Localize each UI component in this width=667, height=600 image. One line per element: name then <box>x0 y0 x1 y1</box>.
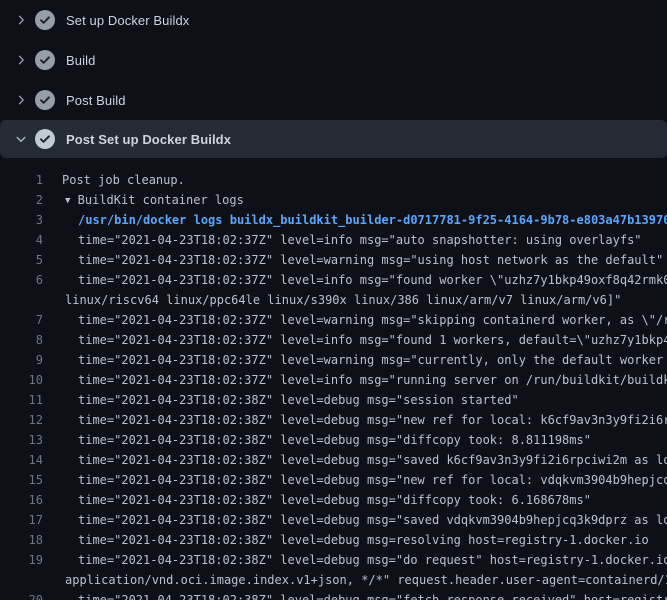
log-line: 20 time="2021-04-23T18:02:38Z" level=debu… <box>0 590 667 600</box>
log-text: time="2021-04-23T18:02:38Z" level=debug … <box>78 510 667 530</box>
log-line: application/vnd.oci.image.index.v1+json,… <box>0 570 667 590</box>
log-text: time="2021-04-23T18:02:38Z" level=debug … <box>78 390 519 410</box>
step-label: Build <box>66 53 95 68</box>
chevron-right-icon <box>14 93 28 107</box>
log-line: 10 time="2021-04-23T18:02:37Z" level=info… <box>0 370 667 390</box>
check-circle-icon <box>35 50 55 70</box>
log-text: linux/riscv64 linux/ppc64le linux/s390x … <box>65 290 621 310</box>
step-label: Post Build <box>66 93 126 108</box>
command-text: /usr/bin/docker logs buildx_buildkit_bui… <box>78 210 667 230</box>
line-number[interactable]: 19 <box>0 550 43 570</box>
log-line: 18 time="2021-04-23T18:02:38Z" level=debu… <box>0 530 667 550</box>
step-label: Set up Docker Buildx <box>66 13 189 28</box>
line-number[interactable]: 13 <box>0 430 43 450</box>
log-line: linux/riscv64 linux/ppc64le linux/s390x … <box>0 290 667 310</box>
line-number[interactable]: 10 <box>0 370 43 390</box>
chevron-right-icon <box>14 13 28 27</box>
log-text: time="2021-04-23T18:02:38Z" level=debug … <box>78 590 667 600</box>
log-line: 4 time="2021-04-23T18:02:37Z" level=info … <box>0 230 667 250</box>
log-line: 11 time="2021-04-23T18:02:38Z" level=debu… <box>0 390 667 410</box>
check-circle-icon <box>35 10 55 30</box>
line-number[interactable]: 9 <box>0 350 43 370</box>
log-line: 12 time="2021-04-23T18:02:38Z" level=debu… <box>0 410 667 430</box>
log-text: time="2021-04-23T18:02:37Z" level=info m… <box>78 370 667 390</box>
step-header-set-up-docker-buildx[interactable]: Set up Docker Buildx <box>0 0 667 40</box>
log-text: time="2021-04-23T18:02:37Z" level=warnin… <box>78 310 667 330</box>
chevron-right-icon <box>14 53 28 67</box>
step-header-post-build[interactable]: Post Build <box>0 80 667 120</box>
job-log-panel: Set up Docker Buildx Build Post Build Po… <box>0 0 667 600</box>
line-number[interactable]: 16 <box>0 490 43 510</box>
log-text: time="2021-04-23T18:02:37Z" level=warnin… <box>78 350 667 370</box>
log-line: 7 time="2021-04-23T18:02:37Z" level=warni… <box>0 310 667 330</box>
check-circle-icon <box>35 129 55 149</box>
log-line: 9 time="2021-04-23T18:02:37Z" level=warni… <box>0 350 667 370</box>
line-number[interactable]: 17 <box>0 510 43 530</box>
line-number[interactable]: 5 <box>0 250 43 270</box>
log-text: time="2021-04-23T18:02:37Z" level=warnin… <box>78 250 663 270</box>
line-number <box>0 570 43 590</box>
chevron-down-icon <box>14 132 28 146</box>
step-header-post-set-up-docker-buildx[interactable]: Post Set up Docker Buildx <box>0 120 667 158</box>
line-number[interactable]: 18 <box>0 530 43 550</box>
log-text: Post job cleanup. <box>62 170 185 190</box>
line-number[interactable]: 1 <box>0 170 43 190</box>
log-viewer: 1 Post job cleanup. 2 ▼ BuildKit container … <box>0 158 667 600</box>
log-line: 3/usr/bin/docker logs buildx_buildkit_bu… <box>0 210 667 230</box>
step-header-build[interactable]: Build <box>0 40 667 80</box>
log-text: time="2021-04-23T18:02:37Z" level=info m… <box>78 230 642 250</box>
log-line: 14 time="2021-04-23T18:02:38Z" level=debu… <box>0 450 667 470</box>
log-line: 13 time="2021-04-23T18:02:38Z" level=debu… <box>0 430 667 450</box>
log-text: time="2021-04-23T18:02:38Z" level=debug … <box>78 490 591 510</box>
log-line: 19 time="2021-04-23T18:02:38Z" level=debu… <box>0 550 667 570</box>
line-number <box>0 290 43 310</box>
log-text: time="2021-04-23T18:02:38Z" level=debug … <box>78 470 667 490</box>
line-number[interactable]: 8 <box>0 330 43 350</box>
log-line: 1 Post job cleanup. <box>0 170 667 190</box>
collapse-triangle-icon[interactable]: ▼ <box>65 191 70 210</box>
line-number[interactable]: 6 <box>0 270 43 290</box>
line-number[interactable]: 14 <box>0 450 43 470</box>
log-text: time="2021-04-23T18:02:38Z" level=debug … <box>78 550 667 570</box>
line-number[interactable]: 15 <box>0 470 43 490</box>
log-text: application/vnd.oci.image.index.v1+json,… <box>65 570 667 590</box>
line-number[interactable]: 7 <box>0 310 43 330</box>
log-line: 8 time="2021-04-23T18:02:37Z" level=info … <box>0 330 667 350</box>
log-text: time="2021-04-23T18:02:38Z" level=debug … <box>78 450 667 470</box>
log-line: 15 time="2021-04-23T18:02:38Z" level=debu… <box>0 470 667 490</box>
log-text: time="2021-04-23T18:02:38Z" level=debug … <box>78 430 591 450</box>
log-group-toggle[interactable]: 2 ▼ BuildKit container logs <box>0 190 667 210</box>
line-number[interactable]: 2 <box>0 190 43 210</box>
log-line: 16 time="2021-04-23T18:02:38Z" level=debu… <box>0 490 667 510</box>
log-line: 6 time="2021-04-23T18:02:37Z" level=info … <box>0 270 667 290</box>
log-text: ▼ BuildKit container logs <box>65 190 244 210</box>
log-text: time="2021-04-23T18:02:37Z" level=info m… <box>78 330 667 350</box>
log-line: 5 time="2021-04-23T18:02:37Z" level=warni… <box>0 250 667 270</box>
log-text: time="2021-04-23T18:02:38Z" level=debug … <box>78 410 667 430</box>
line-number[interactable]: 4 <box>0 230 43 250</box>
log-text: time="2021-04-23T18:02:38Z" level=debug … <box>78 530 649 550</box>
step-label: Post Set up Docker Buildx <box>66 132 231 147</box>
line-number[interactable]: 3 <box>0 210 43 230</box>
line-number[interactable]: 20 <box>0 590 43 600</box>
log-line: 17 time="2021-04-23T18:02:38Z" level=debu… <box>0 510 667 530</box>
line-number[interactable]: 11 <box>0 390 43 410</box>
line-number[interactable]: 12 <box>0 410 43 430</box>
check-circle-icon <box>35 90 55 110</box>
log-text: time="2021-04-23T18:02:37Z" level=info m… <box>78 270 667 290</box>
